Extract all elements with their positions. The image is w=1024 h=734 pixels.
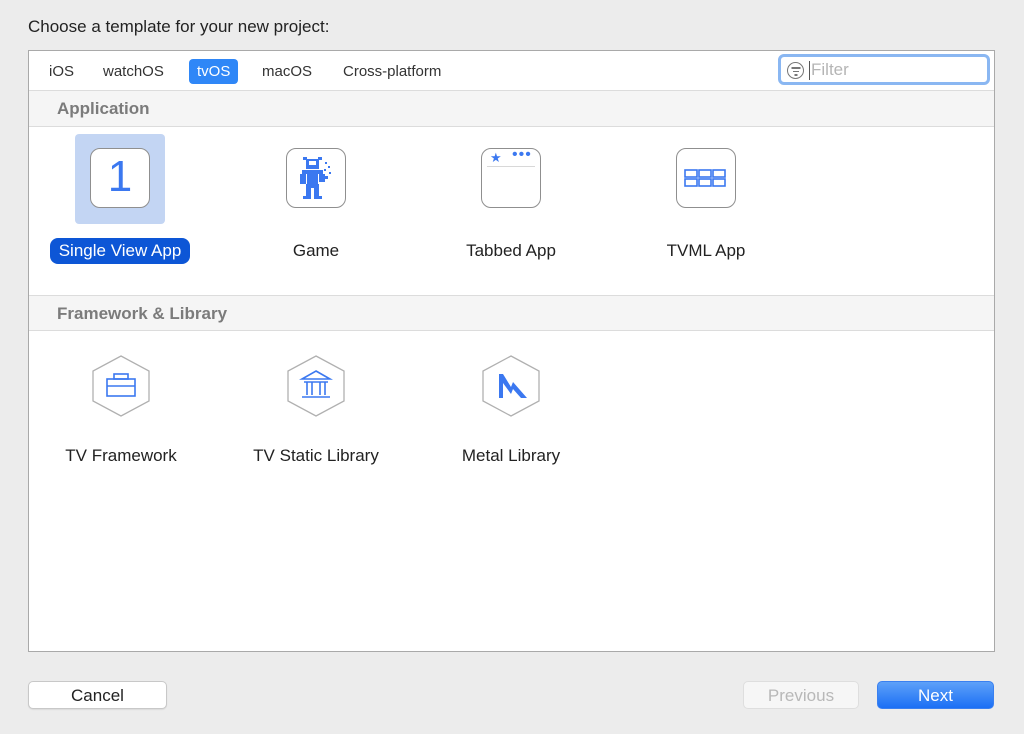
template-single-view-app[interactable]: 1 Single View App xyxy=(32,134,208,264)
metal-icon xyxy=(482,355,540,417)
tab-ios[interactable]: iOS xyxy=(41,59,82,84)
text-cursor xyxy=(809,61,810,80)
single-view-app-icon: 1 xyxy=(90,148,150,208)
template-tv-framework[interactable]: TV Framework xyxy=(33,339,209,469)
template-metal-library[interactable]: Metal Library xyxy=(423,339,599,469)
template-label: Metal Library xyxy=(461,446,561,465)
template-tabbed-app[interactable]: ★ ••• Tabbed App xyxy=(423,134,599,264)
tab-tvos[interactable]: tvOS xyxy=(189,59,239,84)
tab-watchos[interactable]: watchOS xyxy=(95,59,172,84)
template-label: Single View App xyxy=(49,238,191,264)
section-header-framework-library: Framework & Library xyxy=(29,295,994,331)
template-label: Tabbed App xyxy=(466,241,556,260)
tabbed-app-icon: ★ ••• xyxy=(481,146,541,208)
template-tvml-app[interactable]: TVML App xyxy=(618,134,794,264)
cancel-button[interactable]: Cancel xyxy=(28,681,167,709)
template-game[interactable]: Game xyxy=(228,134,404,264)
tab-cross-platform[interactable]: Cross-platform xyxy=(335,59,449,84)
library-building-icon xyxy=(287,355,345,417)
toolbox-icon xyxy=(92,355,150,417)
star-icon: ★ xyxy=(490,150,502,165)
filter-icon xyxy=(787,62,804,79)
template-label: TVML App xyxy=(666,241,746,260)
template-label: Game xyxy=(292,241,340,260)
platform-tab-bar: iOS watchOS tvOS macOS Cross-platform xyxy=(29,51,994,91)
game-robot-icon xyxy=(286,148,346,208)
next-button[interactable]: Next xyxy=(877,681,994,709)
tvml-grid-icon xyxy=(676,148,736,208)
template-label: TV Static Library xyxy=(253,446,379,465)
template-panel: iOS watchOS tvOS macOS Cross-platform Ap… xyxy=(28,50,995,652)
more-dots-icon: ••• xyxy=(512,146,532,163)
filter-field[interactable] xyxy=(778,54,990,85)
filter-input[interactable] xyxy=(811,59,981,81)
dialog-heading: Choose a template for your new project: xyxy=(28,17,330,36)
previous-button[interactable]: Previous xyxy=(743,681,859,709)
section-header-application: Application xyxy=(29,91,994,127)
template-tv-static-library[interactable]: TV Static Library xyxy=(228,339,404,469)
tab-macos[interactable]: macOS xyxy=(254,59,320,84)
template-label: TV Framework xyxy=(65,446,177,465)
